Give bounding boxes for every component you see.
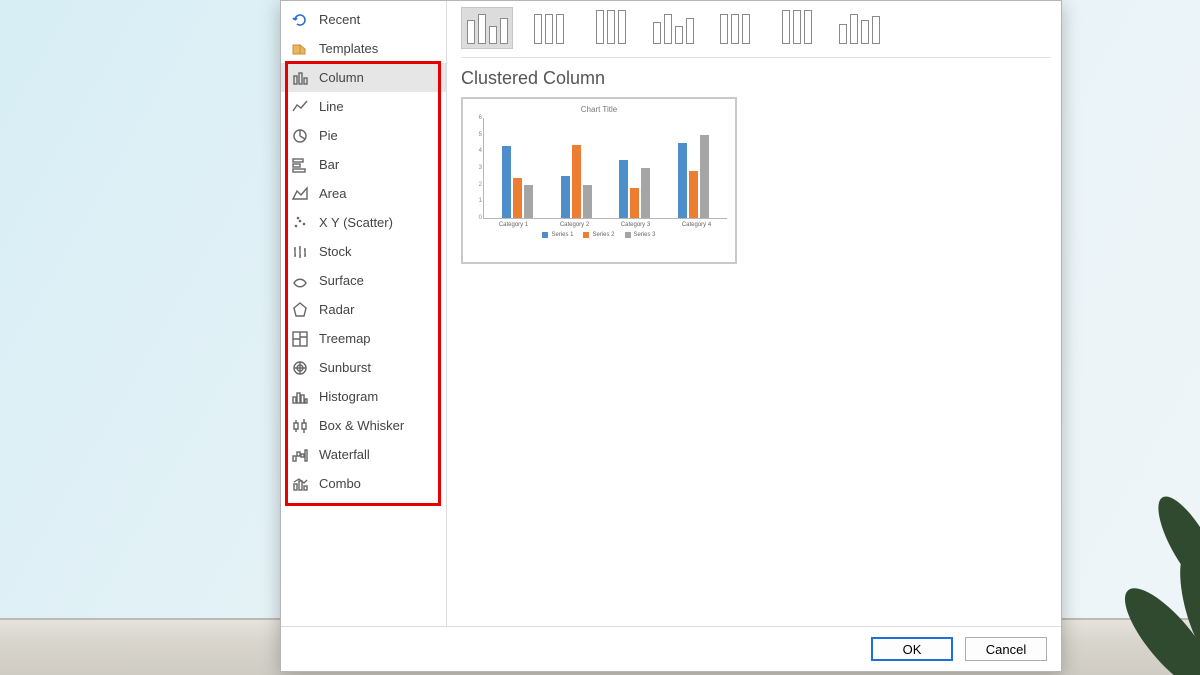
- chart-preview[interactable]: Chart Title 0123456 Category 1Category 2…: [461, 97, 737, 264]
- sidebar-item-combo[interactable]: Combo: [281, 469, 446, 498]
- y-tick: 0: [474, 215, 482, 221]
- subtype-stacked-column[interactable]: [523, 7, 575, 49]
- bar: [689, 171, 698, 218]
- sidebar-item-box-whisker[interactable]: Box & Whisker: [281, 411, 446, 440]
- legend-item: Series 2: [583, 232, 614, 238]
- bar: [513, 178, 522, 218]
- pie-icon: [291, 127, 309, 145]
- sidebar-item-treemap[interactable]: Treemap: [281, 324, 446, 353]
- sidebar-item-label: Stock: [319, 244, 352, 259]
- boxwhisker-icon: [291, 417, 309, 435]
- bar: [561, 176, 570, 218]
- bar: [641, 168, 650, 218]
- subtype-3-d-stacked-column[interactable]: [709, 7, 761, 49]
- templates-icon: [291, 40, 309, 58]
- legend-item: Series 1: [542, 232, 573, 238]
- sidebar-item-label: Area: [319, 186, 346, 201]
- combo-icon: [291, 475, 309, 493]
- radar-icon: [291, 301, 309, 319]
- chart-title: Chart Title: [471, 105, 727, 114]
- bar: [583, 185, 592, 218]
- y-tick: 3: [474, 165, 482, 171]
- bar: [678, 143, 687, 218]
- sidebar-item-label: Box & Whisker: [319, 418, 404, 433]
- y-tick: 4: [474, 148, 482, 154]
- sidebar-item-label: Recent: [319, 12, 360, 27]
- column-icon: [291, 69, 309, 87]
- subtype-3-d-clustered-column[interactable]: [647, 7, 699, 49]
- y-tick: 2: [474, 182, 482, 188]
- x-axis-labels: Category 1 Category 2 Category 3 Category 4: [483, 219, 727, 228]
- scatter-icon: [291, 214, 309, 232]
- sidebar-item-waterfall[interactable]: Waterfall: [281, 440, 446, 469]
- sidebar-item-label: Column: [319, 70, 364, 85]
- ok-button[interactable]: OK: [871, 637, 953, 661]
- sidebar-item-stock[interactable]: Stock: [281, 237, 446, 266]
- subtype-3-d-column[interactable]: [833, 7, 885, 49]
- sidebar-item-radar[interactable]: Radar: [281, 295, 446, 324]
- subtype-clustered-column[interactable]: [461, 7, 513, 49]
- cancel-button[interactable]: Cancel: [965, 637, 1047, 661]
- dialog-footer: OK Cancel: [281, 626, 1061, 671]
- sidebar-item-label: Line: [319, 99, 344, 114]
- sidebar-item-label: Combo: [319, 476, 361, 491]
- sidebar-item-label: Sunburst: [319, 360, 371, 375]
- category-label: Category 4: [682, 222, 711, 228]
- dialog-body: Recent Templates Column Line Pie Bar Area X Y (…: [281, 1, 1061, 626]
- category-label: Category 1: [499, 222, 528, 228]
- y-tick: 1: [474, 198, 482, 204]
- waterfall-icon: [291, 446, 309, 464]
- bar: [700, 135, 709, 218]
- sidebar-item-bar[interactable]: Bar: [281, 150, 446, 179]
- subtype-100-stacked-column[interactable]: [585, 7, 637, 49]
- sidebar-item-label: Histogram: [319, 389, 378, 404]
- histogram-icon: [291, 388, 309, 406]
- plot-area: 0123456: [483, 118, 727, 219]
- sidebar-item-label: Treemap: [319, 331, 371, 346]
- chart-subtype-row: [461, 7, 1051, 58]
- insert-chart-dialog: Recent Templates Column Line Pie Bar Area X Y (…: [280, 0, 1062, 672]
- sidebar-item-label: Surface: [319, 273, 364, 288]
- bar-icon: [291, 156, 309, 174]
- sidebar-item-label: Radar: [319, 302, 354, 317]
- legend-item: Series 3: [625, 232, 656, 238]
- line-icon: [291, 98, 309, 116]
- y-tick: 5: [474, 132, 482, 138]
- sidebar-item-label: Waterfall: [319, 447, 370, 462]
- sidebar-item-column[interactable]: Column: [281, 63, 446, 92]
- y-tick: 6: [474, 115, 482, 121]
- sidebar-item-label: X Y (Scatter): [319, 215, 393, 230]
- sidebar-item-histogram[interactable]: Histogram: [281, 382, 446, 411]
- sunburst-icon: [291, 359, 309, 377]
- preview-title: Clustered Column: [461, 68, 1051, 89]
- sidebar-item-label: Pie: [319, 128, 338, 143]
- sidebar-item-surface[interactable]: Surface: [281, 266, 446, 295]
- bar: [502, 146, 511, 218]
- chart-preview-panel: Clustered Column Chart Title 0123456 Cat…: [447, 1, 1061, 626]
- bar: [619, 160, 628, 218]
- subtype-3-d-100-stacked-column[interactable]: [771, 7, 823, 49]
- surface-icon: [291, 272, 309, 290]
- area-icon: [291, 185, 309, 203]
- sidebar-item-line[interactable]: Line: [281, 92, 446, 121]
- sidebar-item-area[interactable]: Area: [281, 179, 446, 208]
- bar: [572, 145, 581, 218]
- chart-category-sidebar: Recent Templates Column Line Pie Bar Area X Y (…: [281, 1, 447, 626]
- sidebar-item-templates[interactable]: Templates: [281, 34, 446, 63]
- recent-icon: [291, 11, 309, 29]
- sidebar-item-pie[interactable]: Pie: [281, 121, 446, 150]
- bar: [630, 188, 639, 218]
- sidebar-item-recent[interactable]: Recent: [281, 5, 446, 34]
- bar: [524, 185, 533, 218]
- category-label: Category 2: [560, 222, 589, 228]
- category-label: Category 3: [621, 222, 650, 228]
- treemap-icon: [291, 330, 309, 348]
- sidebar-item-label: Templates: [319, 41, 378, 56]
- sidebar-item-sunburst[interactable]: Sunburst: [281, 353, 446, 382]
- sidebar-item-label: Bar: [319, 157, 339, 172]
- chart-legend: Series 1 Series 2 Series 3: [471, 232, 727, 238]
- stock-icon: [291, 243, 309, 261]
- sidebar-item-x-y-scatter-[interactable]: X Y (Scatter): [281, 208, 446, 237]
